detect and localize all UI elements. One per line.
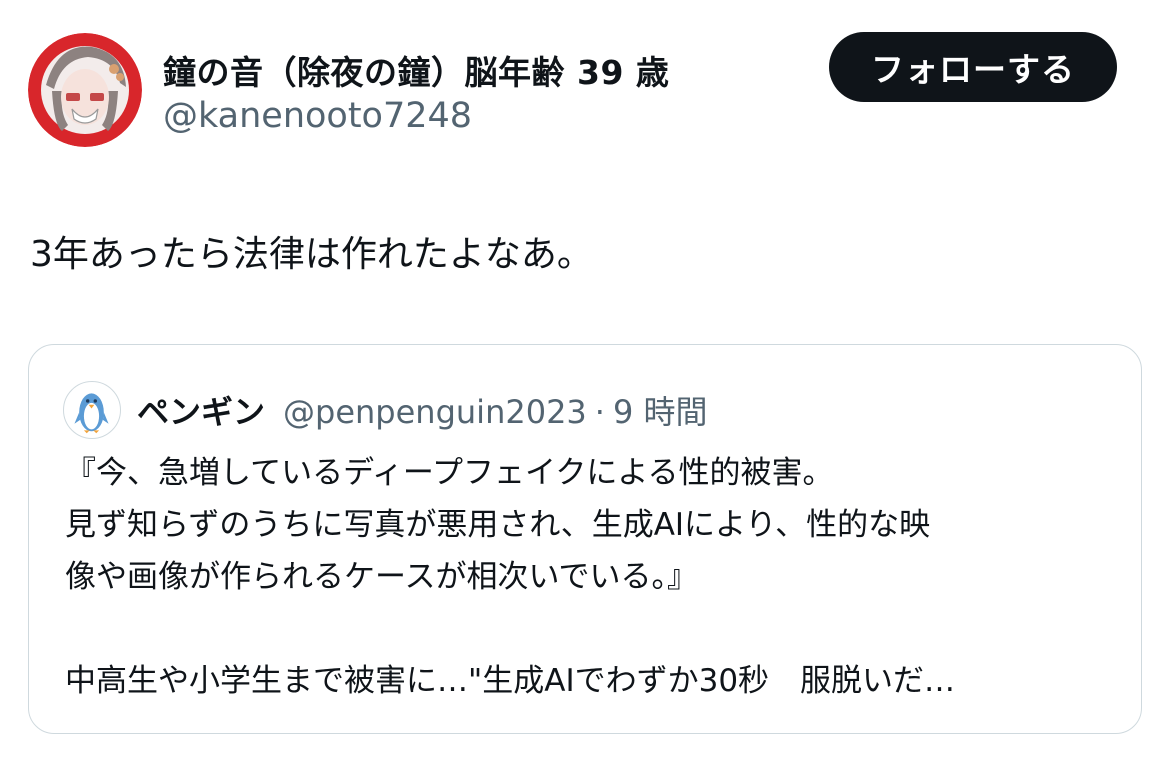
- tweet-text: 3年あったら法律は作れたよなあ。: [30, 234, 593, 275]
- quoted-header: ペンギン @penpenguin2023 · 9 時間: [137, 387, 708, 433]
- quoted-body: 『今、急増しているディープフェイクによる性的被害。 見ず知らずのうちに写真が悪用…: [65, 447, 1115, 707]
- anime-avatar-icon: [28, 33, 142, 147]
- quoted-line: 『今、急増しているディープフェイクによる性的被害。: [65, 455, 834, 491]
- quoted-avatar[interactable]: [63, 381, 121, 439]
- quoted-line: 像や画像が作られるケースが相次いでいる。』: [65, 559, 699, 595]
- quoted-line: 見ず知らずのうちに写真が悪用され、生成AIにより、性的な映: [65, 507, 931, 543]
- quoted-author-name[interactable]: ペンギン: [137, 387, 265, 433]
- quoted-tweet-card[interactable]: ペンギン @penpenguin2023 · 9 時間 『今、急増しているディー…: [28, 344, 1142, 734]
- follow-button[interactable]: フォローする: [829, 32, 1117, 102]
- author-handle[interactable]: @kanenooto7248: [163, 96, 472, 136]
- quoted-timestamp[interactable]: 9 時間: [613, 387, 708, 433]
- author-display-name[interactable]: 鐘の音（除夜の鐘）脳年齢 39 歳: [163, 46, 669, 94]
- separator-dot: ·: [594, 393, 605, 431]
- quoted-author-handle[interactable]: @penpenguin2023: [283, 393, 587, 431]
- avatar[interactable]: [28, 33, 142, 147]
- penguin-icon: [74, 393, 109, 434]
- quoted-line: 中高生や小学生まで被害に…"生成AIでわずか30秒 服脱いだ…: [65, 663, 956, 699]
